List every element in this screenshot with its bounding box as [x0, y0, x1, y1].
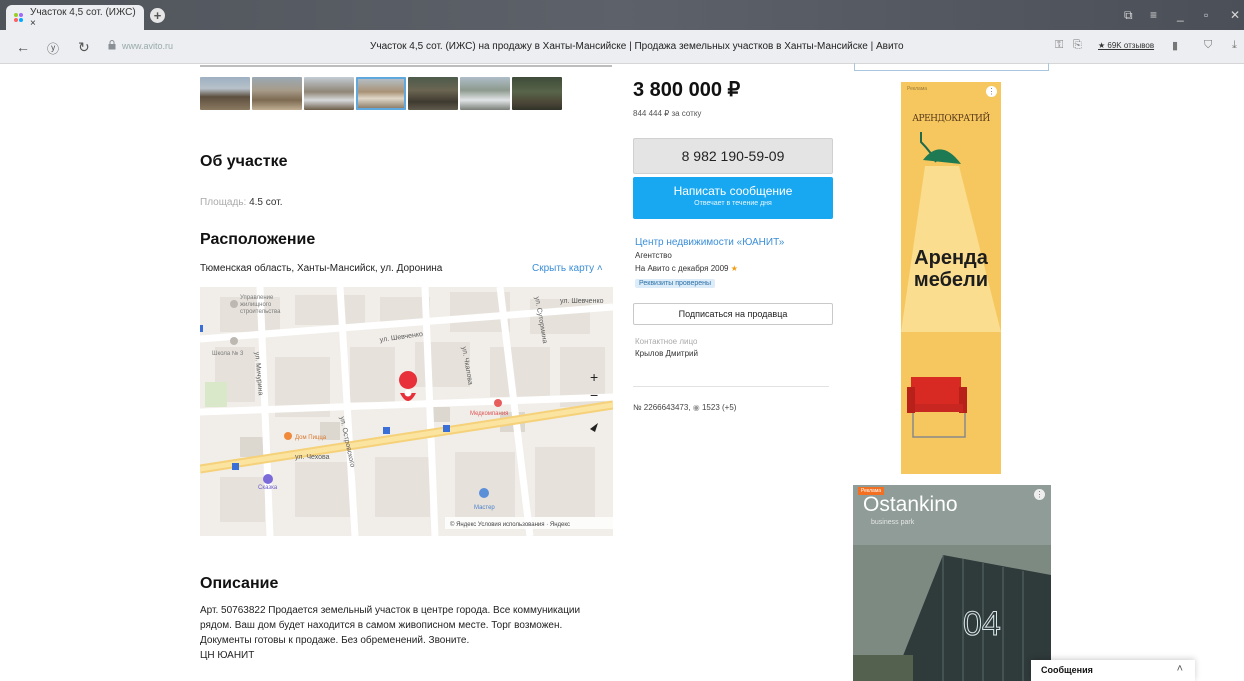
place-label: Медкомпания — [470, 411, 508, 417]
translate-icon[interactable]: ⎘ — [1073, 39, 1082, 52]
description-section-title: Описание — [200, 575, 279, 592]
description-line: Документы готовы к продаже. Без обремене… — [200, 635, 470, 646]
chevron-up-icon[interactable]: ˄ — [1177, 663, 1183, 675]
response-time-label: Отвечает в течение дня — [694, 200, 772, 207]
street-label: ул. Чехова — [295, 454, 330, 461]
photo-thumbnails — [200, 77, 562, 110]
show-phone-button[interactable]: 8 982 190-59-09 — [633, 138, 833, 174]
sidebar-box-edge — [854, 63, 1049, 71]
place-label: Школа № 3 — [212, 350, 244, 357]
map-footer[interactable]: © Яндекс Условия использования · Яндекс — [450, 521, 570, 528]
place-label: Дом Пицца — [295, 435, 327, 441]
minimize-icon[interactable]: _ — [1177, 8, 1184, 22]
write-message-button[interactable]: Написать сообщение Отвечает в течение дн… — [633, 177, 833, 219]
ad-menu-icon[interactable]: ⋮ — [1034, 489, 1045, 500]
description-text: Арт. 50763822 Продается земельный участо… — [200, 603, 620, 663]
ad-building-number: 04 — [963, 605, 1001, 643]
photo-thumbnail[interactable] — [200, 77, 250, 110]
description-line: ЦН ЮАНИТ — [200, 650, 255, 661]
avito-favicon-icon — [14, 12, 24, 23]
ad-brand: Ostankino — [863, 493, 958, 516]
description-line: Арт. 50763822 Продается земельный участо… — [200, 605, 581, 616]
reviews-link[interactable]: ★ 69K отзывов — [1098, 41, 1154, 50]
area-value: 4.5 сот. — [249, 197, 283, 208]
new-tab-button[interactable]: + — [150, 8, 165, 23]
photo-thumbnail[interactable] — [408, 77, 458, 110]
location-map[interactable]: ул. Чехова ул. Шевченко ул. Шевченко ул.… — [200, 287, 613, 536]
contact-person-label: Контактное лицо — [635, 337, 698, 346]
place-label: Сказка — [258, 485, 278, 491]
write-message-label: Написать сообщение — [673, 184, 793, 198]
ad-number: № 2266643473, — [633, 403, 691, 412]
ad-headline-line: Аренда — [914, 247, 988, 269]
tab-title: Участок 4,5 сот. (ИЖС) × — [29, 6, 136, 29]
place-label: строительства — [240, 309, 281, 315]
ostankino-business-park-ad[interactable]: 04 Реклама ⋮ Ostankino business park — [853, 485, 1051, 681]
map-canvas[interactable]: ул. Чехова ул. Шевченко ул. Шевченко ул.… — [200, 287, 613, 536]
yandex-icon[interactable]: ⓨ — [47, 40, 59, 57]
ad-subtitle: business park — [871, 519, 915, 526]
views-eye-icon: ◉ — [692, 403, 700, 412]
area-label: Площадь: — [200, 197, 247, 208]
key-icon[interactable]: ⚿ — [1055, 39, 1063, 52]
maximize-icon[interactable]: ▫ — [1204, 8, 1208, 22]
address-bar: ← ⓨ ↻ www.avito.ru Участок 4,5 сот. (ИЖС… — [0, 30, 1244, 64]
price: 3 800 000 ₽ — [633, 79, 741, 101]
photo-thumbnail[interactable] — [512, 77, 562, 110]
photo-thumbnail-selected[interactable] — [356, 77, 406, 110]
place-label: Мастер — [474, 505, 495, 511]
page-content: Об участке Площадь: 4.5 сот. Расположени… — [0, 63, 1244, 681]
messages-panel[interactable]: Сообщения ˄ — [1031, 660, 1195, 681]
back-icon[interactable]: ← — [16, 39, 30, 55]
seller-name-link[interactable]: Центр недвижимости «ЮАНИТ» — [635, 237, 784, 248]
protect-icon[interactable]: ⛉ — [1204, 39, 1212, 52]
ad-headline: Аренда мебели — [901, 247, 1001, 291]
photo-thumbnail[interactable] — [460, 77, 510, 110]
verified-badge: Реквизиты проверены — [635, 279, 716, 288]
ad-headline-line: мебели — [913, 269, 989, 291]
geolocation-icon[interactable] — [590, 423, 598, 432]
area-row: Площадь: 4.5 сот. — [200, 197, 282, 208]
divider — [633, 386, 829, 387]
browser-tab-bar: Участок 4,5 сот. (ИЖС) × + ⧉ ≡ _ ▫ ✕ — [0, 0, 1244, 30]
description-line: рядом. Ваш дом будет находится в самом ж… — [200, 620, 563, 631]
reload-icon[interactable]: ↻ — [78, 39, 90, 56]
url-field[interactable]: www.avito.ru — [122, 41, 173, 51]
bookmarks-panel-icon[interactable]: ⧉ — [1124, 8, 1133, 23]
price-per-unit: 844 444 ₽ за сотку — [633, 109, 702, 118]
browser-tab[interactable]: Участок 4,5 сот. (ИЖС) × — [6, 5, 144, 30]
contact-person-name: Крылов Дмитрий — [635, 349, 698, 358]
close-window-icon[interactable]: ✕ — [1230, 8, 1240, 22]
furniture-rental-ad[interactable]: Реклама ⋮ АРЕНДОКРАТИЙ Аренда мебели — [901, 82, 1001, 474]
zoom-in-button[interactable]: + — [590, 369, 598, 385]
lock-icon — [108, 40, 116, 50]
place-label: Управление — [240, 295, 274, 301]
views-count: 1523 (+5) — [701, 403, 737, 412]
seller-since-text: На Авито с декабря 2009 — [635, 264, 729, 273]
download-icon[interactable]: ⤓ — [1232, 39, 1237, 52]
page-title-in-omnibox[interactable]: Участок 4,5 сот. (ИЖС) на продажу в Хант… — [370, 41, 904, 52]
about-section-title: Об участке — [200, 153, 288, 170]
subscribe-seller-button[interactable]: Подписаться на продавца — [633, 303, 833, 325]
seller-since: На Авито с декабря 2009 ★ — [635, 264, 738, 273]
photo-thumbnail[interactable] — [304, 77, 354, 110]
location-section-title: Расположение — [200, 231, 316, 248]
hide-map-link[interactable]: Скрыть карту ˄ — [532, 263, 603, 274]
bookmark-icon[interactable]: ▮ — [1172, 39, 1178, 52]
menu-icon[interactable]: ≡ — [1150, 8, 1157, 22]
photo-thumbnail[interactable] — [252, 77, 302, 110]
ad-meta: № 2266643473, ◉ 1523 (+5) — [633, 403, 736, 412]
messages-label: Сообщения — [1041, 665, 1093, 675]
rating-badge-icon: ★ — [730, 264, 738, 273]
place-label: жилищного — [240, 302, 272, 308]
seller-type: Агентство — [635, 251, 672, 260]
street-label: ул. Шевченко — [560, 298, 604, 305]
gallery-divider — [200, 65, 612, 67]
zoom-out-button[interactable]: − — [590, 387, 598, 403]
address-text: Тюменская область, Ханты-Мансийск, ул. Д… — [200, 263, 443, 274]
